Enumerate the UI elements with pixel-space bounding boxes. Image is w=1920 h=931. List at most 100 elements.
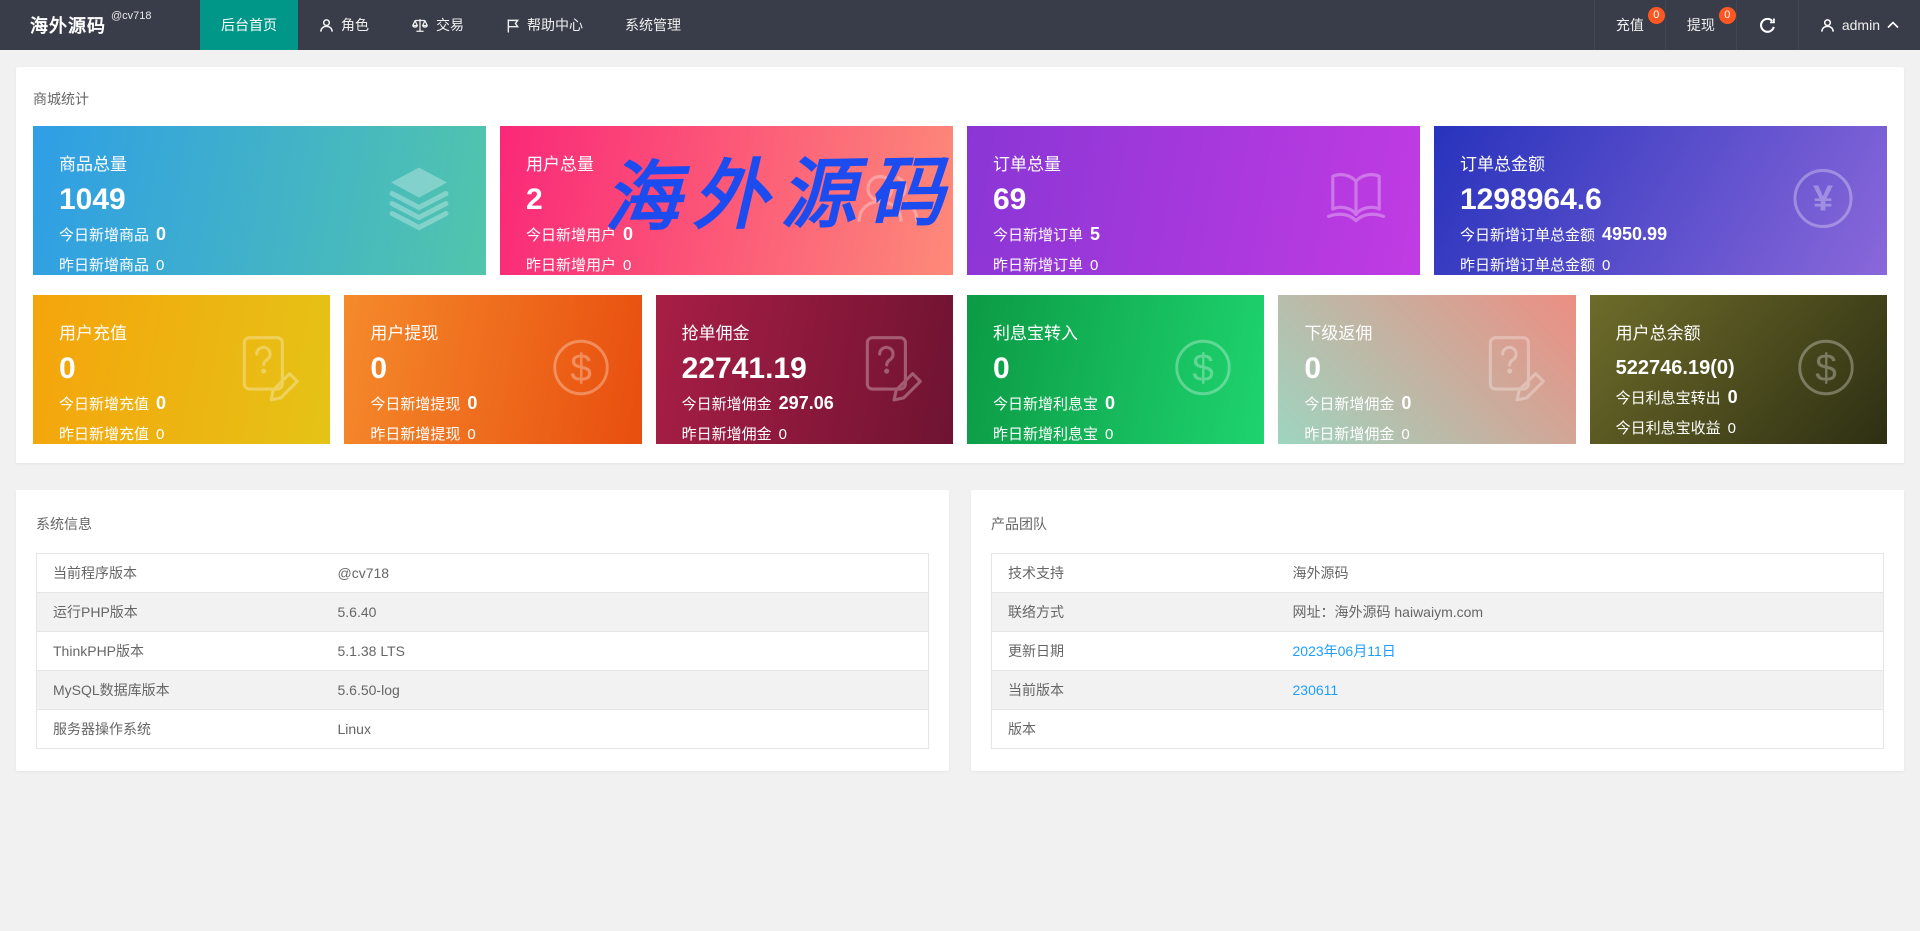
stat-sub-value: 0 xyxy=(467,426,476,443)
stat-sub-label: 今日新增商品 xyxy=(59,227,150,244)
stat-sub-label: 今日新增充值 xyxy=(59,396,150,413)
row-label: 运行PHP版本 xyxy=(36,592,322,632)
user-icon xyxy=(1820,18,1835,33)
current-version-link[interactable]: 230611 xyxy=(1293,682,1339,698)
yen-circle-icon: ¥ xyxy=(1785,160,1861,241)
stat-sub-label: 今日新增订单总金额 xyxy=(1460,227,1596,244)
stat-card-sub-rebate: 下级返佣 0 今日新增佣金 0 昨日新增佣金 0 xyxy=(1278,295,1576,444)
top-navbar: 海外源码 @cv718 后台首页 角色 交易 帮助中心 系统管理 充值 0 提现… xyxy=(0,0,1920,50)
product-team-panel: 产品团队 技术支持 海外源码 联络方式 网址：海外源码 haiwaiym.com 更… xyxy=(971,490,1904,771)
recharge-badge: 0 xyxy=(1647,7,1665,24)
stat-sub-value: 0 xyxy=(156,224,167,244)
nav-item-roles[interactable]: 角色 xyxy=(298,0,390,50)
nav-item-system[interactable]: 系统管理 xyxy=(604,0,702,50)
row-value: 5.6.50-log xyxy=(321,670,929,710)
stat-sub-value: 0 xyxy=(778,426,788,443)
stat-sub-label: 今日利息宝转出 xyxy=(1615,390,1721,407)
admin-menu[interactable]: admin xyxy=(1797,0,1920,50)
stat-sub-value: 297.06 xyxy=(778,393,834,413)
stat-sub-value: 0 xyxy=(156,393,167,413)
row-label: 当前版本 xyxy=(991,670,1277,710)
row-value: 5.6.40 xyxy=(321,592,929,632)
refresh-button[interactable] xyxy=(1735,0,1798,50)
row-value: 5.1.38 LTS xyxy=(321,631,929,671)
row-label: 联络方式 xyxy=(991,592,1277,632)
nav-item-trade[interactable]: 交易 xyxy=(390,0,485,50)
system-info-table: 当前程序版本 @cv718 运行PHP版本 5.6.40 ThinkPHP版本 5.1… xyxy=(36,553,929,749)
stat-sub-label: 昨日新增订单总金额 xyxy=(1460,257,1596,274)
nav-item-home[interactable]: 后台首页 xyxy=(200,0,298,50)
stat-sub-value: 0 xyxy=(623,257,632,274)
stat-sub-label: 今日新增利息宝 xyxy=(993,396,1099,413)
nav-item-help-center[interactable]: 帮助中心 xyxy=(485,0,604,50)
scales-icon xyxy=(411,17,429,33)
system-info-title: 系统信息 xyxy=(36,516,92,532)
stats-panel-title: 商城统计 xyxy=(33,91,89,107)
doc-question-pencil-icon xyxy=(1478,331,1550,408)
brand-name: 海外源码 xyxy=(30,16,106,36)
page-content: 商城统计 海外源码 商品总量 1049 今日新增商品 0 昨日新增商品 0 用户总量… xyxy=(0,50,1920,801)
table-row: 更新日期 2023年06月11日 xyxy=(991,631,1884,671)
stat-sub-label: 今日新增订单 xyxy=(993,227,1084,244)
open-book-icon xyxy=(1318,160,1394,241)
stat-sub-label: 昨日新增商品 xyxy=(59,257,150,274)
dollar-circle-icon: $ xyxy=(1791,332,1861,407)
table-row: 当前程序版本 @cv718 xyxy=(36,553,929,593)
stat-card-interest-in: 利息宝转入 0 今日新增利息宝 0 昨日新增利息宝 0 $ xyxy=(967,295,1265,444)
stat-sub-value: 0 xyxy=(1727,387,1738,407)
row-label: 技术支持 xyxy=(991,553,1277,593)
stat-sub-label: 今日新增佣金 xyxy=(1304,396,1395,413)
system-info-panel: 系统信息 当前程序版本 @cv718 运行PHP版本 5.6.40 ThinkPHP… xyxy=(16,490,949,771)
row-label: 当前程序版本 xyxy=(36,553,322,593)
stat-card-user-recharge: 用户充值 0 今日新增充值 0 昨日新增充值 0 xyxy=(33,295,331,444)
stat-sub-label: 今日新增佣金 xyxy=(681,396,772,413)
stat-sub-label: 今日新增用户 xyxy=(526,227,617,244)
brand-version: @cv718 xyxy=(111,10,152,22)
table-row: ThinkPHP版本 5.1.38 LTS xyxy=(36,631,929,671)
svg-text:$: $ xyxy=(1193,347,1215,390)
svg-text:¥: ¥ xyxy=(1813,177,1833,218)
stat-card-products: 商品总量 1049 今日新增商品 0 昨日新增商品 0 xyxy=(33,126,486,275)
stat-card-user-balance: 用户总余额 522746.19(0) 今日利息宝转出 0 今日利息宝收益 0 $ xyxy=(1589,295,1887,444)
withdraw-button[interactable]: 提现 0 xyxy=(1664,0,1736,50)
recharge-button[interactable]: 充值 0 xyxy=(1593,0,1665,50)
update-date-link[interactable]: 2023年06月11日 xyxy=(1293,643,1396,659)
row-label: 服务器操作系统 xyxy=(53,721,151,737)
dollar-circle-icon: $ xyxy=(1168,332,1238,407)
recharge-label: 充值 xyxy=(1615,17,1644,33)
main-menu: 后台首页 角色 交易 帮助中心 系统管理 xyxy=(200,0,702,50)
nav-item-label: 帮助中心 xyxy=(527,17,583,33)
stat-sub-value: 0 xyxy=(1602,257,1611,274)
brand-logo[interactable]: 海外源码 @cv718 xyxy=(0,0,200,50)
admin-username: admin xyxy=(1841,17,1880,33)
nav-item-label: 交易 xyxy=(436,17,464,33)
table-row: 联络方式 网址：海外源码 haiwaiym.com xyxy=(991,592,1884,632)
doc-question-pencil-icon xyxy=(232,331,304,408)
row-value: Linux xyxy=(337,721,371,737)
row-value: @cv718 xyxy=(321,553,929,593)
stat-card-user-withdraw: 用户提现 0 今日新增提现 0 昨日新增提现 0 $ xyxy=(344,295,642,444)
table-row: 当前版本 230611 xyxy=(991,670,1884,710)
nav-item-label: 后台首页 xyxy=(221,17,277,33)
stat-sub-value: 4950.99 xyxy=(1602,224,1668,244)
product-team-title: 产品团队 xyxy=(991,516,1047,532)
stat-sub-label: 昨日新增利息宝 xyxy=(993,426,1099,443)
nav-item-label: 角色 xyxy=(341,17,369,33)
shop-stats-panel: 商城统计 海外源码 商品总量 1049 今日新增商品 0 昨日新增商品 0 用户总量… xyxy=(16,67,1904,463)
table-row: 版本 xyxy=(992,710,1884,749)
stat-sub-label: 昨日新增提现 xyxy=(370,426,461,443)
stat-sub-value: 0 xyxy=(156,426,165,443)
stat-sub-label: 昨日新增佣金 xyxy=(1304,426,1395,443)
stat-sub-label: 昨日新增用户 xyxy=(526,257,617,274)
withdraw-label: 提现 xyxy=(1686,17,1715,33)
users-icon xyxy=(847,158,927,243)
stat-sub-value: 0 xyxy=(1727,420,1737,437)
stat-card-order-commission: 抢单佣金 22741.19 今日新增佣金 297.06 昨日新增佣金 0 xyxy=(655,295,953,444)
refresh-icon xyxy=(1758,16,1777,35)
user-icon xyxy=(319,18,334,33)
stat-sub-value: 0 xyxy=(1401,426,1410,443)
stat-sub-value: 0 xyxy=(1105,393,1116,413)
stat-sub-label: 今日新增提现 xyxy=(370,396,461,413)
nav-item-label: 系统管理 xyxy=(625,17,681,33)
table-row: 服务器操作系统 Linux xyxy=(37,710,929,749)
